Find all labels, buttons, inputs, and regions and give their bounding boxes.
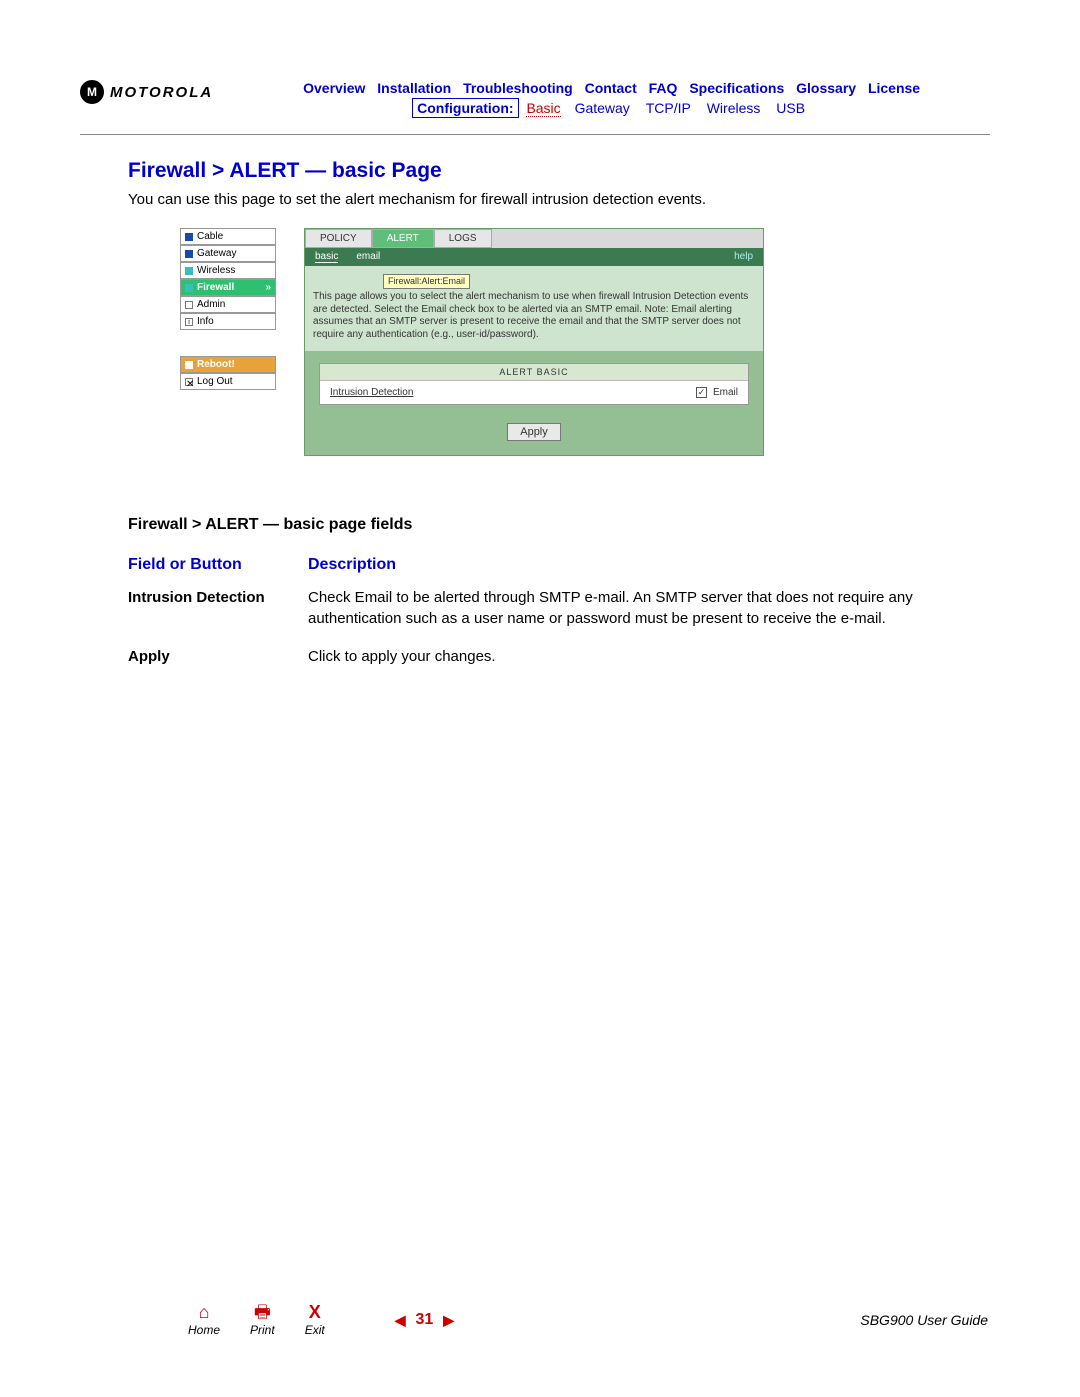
print-icon: 🖶 [254,1303,271,1321]
subnav-wireless[interactable]: Wireless [707,100,761,116]
side-item-firewall[interactable]: Firewall» [180,279,276,296]
panel-description: This page allows you to select the alert… [313,291,755,341]
tab-alert[interactable]: ALERT [372,229,434,248]
field-desc: Check Email to be alerted through SMTP e… [308,588,948,629]
home-icon: ⌂ [199,1303,210,1321]
side-label: Admin [197,299,225,310]
subnav-usb[interactable]: USB [776,100,805,116]
nav-specifications[interactable]: Specifications [689,80,784,96]
guide-name: SBG900 User Guide [860,1312,988,1328]
home-label: Home [188,1323,220,1337]
next-page-icon[interactable]: ▶ [443,1312,454,1329]
sub-nav: Configuration: Basic Gateway TCP/IP Wire… [233,100,990,116]
home-button[interactable]: ⌂ Home [188,1303,220,1337]
nav-faq[interactable]: FAQ [649,80,678,96]
nav-license[interactable]: License [868,80,920,96]
subnav-tcpip[interactable]: TCP/IP [646,100,691,116]
panel-tabs: POLICY ALERT LOGS [305,229,763,248]
nav-overview[interactable]: Overview [303,80,365,96]
side-label: Log Out [197,376,233,387]
side-label: Gateway [197,248,236,259]
subtab-help[interactable]: help [734,251,753,263]
side-label: Cable [197,231,223,242]
panel-subtabs: basic email help [305,248,763,266]
fields-section-title: Firewall > ALERT — basic page fields [128,516,990,534]
side-item-wireless[interactable]: Wireless [180,262,276,279]
field-name: Apply [128,647,308,667]
prev-page-icon[interactable]: ◀ [395,1312,406,1329]
config-label: Configuration: [412,98,518,118]
page-number: 31 [416,1311,434,1329]
side-item-admin[interactable]: Admin [180,296,276,313]
apply-button[interactable]: Apply [507,423,561,441]
print-label: Print [250,1323,275,1337]
nav-glossary[interactable]: Glossary [796,80,856,96]
field-desc: Click to apply your changes. [308,647,948,667]
side-menu: Cable Gateway Wireless Firewall» Admin i… [180,228,276,456]
subtab-email[interactable]: email [356,251,380,263]
alert-basic-box: ALERT BASIC Intrusion Detection ✓ Email [319,363,749,405]
row-intrusion-label: Intrusion Detection [330,387,696,398]
nav-troubleshooting[interactable]: Troubleshooting [463,80,573,96]
side-item-gateway[interactable]: Gateway [180,245,276,262]
fields-table: Field or Button Description Intrusion De… [128,556,948,667]
top-nav: Overview Installation Troubleshooting Co… [233,80,990,96]
brand-logo: M MOTOROLA [80,80,213,104]
subnav-basic[interactable]: Basic [526,100,560,117]
side-label: Reboot! [197,359,235,370]
brand-text: MOTOROLA [110,84,213,101]
field-name: Intrusion Detection [128,588,308,629]
side-label: Wireless [197,265,235,276]
fields-head-field: Field or Button [128,556,308,574]
side-item-logout[interactable]: ✕Log Out [180,373,276,390]
print-button[interactable]: 🖶 Print [250,1303,275,1337]
subnav-gateway[interactable]: Gateway [575,100,630,116]
motorola-batwing-icon: M [80,80,104,104]
ui-screenshot: Cable Gateway Wireless Firewall» Admin i… [180,228,990,456]
panel-description-area: Firewall:Alert:Email This page allows yo… [305,266,763,351]
nav-contact[interactable]: Contact [585,80,637,96]
tab-policy[interactable]: POLICY [305,229,372,248]
page-title: Firewall > ALERT — basic Page [128,159,990,183]
page-footer: ⌂ Home 🖶 Print X Exit ◀ 31 ▶ SBG900 User… [0,1303,1080,1337]
email-checkbox-label: Email [713,387,738,398]
side-item-info[interactable]: iInfo [180,313,276,330]
box-header: ALERT BASIC [320,364,748,381]
side-item-reboot[interactable]: Reboot! [180,356,276,373]
side-label: Info [197,316,214,327]
nav-installation[interactable]: Installation [377,80,451,96]
exit-button[interactable]: X Exit [305,1303,325,1337]
exit-label: Exit [305,1323,325,1337]
page-pager: ◀ 31 ▶ [395,1311,454,1329]
tooltip-box: Firewall:Alert:Email [383,274,470,289]
intro-text: You can use this page to set the alert m… [128,191,990,208]
exit-icon: X [309,1303,321,1321]
table-row: Apply Click to apply your changes. [128,647,948,667]
email-checkbox[interactable]: ✓ [696,387,707,398]
tab-logs[interactable]: LOGS [434,229,492,248]
subtab-basic[interactable]: basic [315,251,338,263]
side-label: Firewall [197,282,234,293]
table-row: Intrusion Detection Check Email to be al… [128,588,948,629]
side-item-cable[interactable]: Cable [180,228,276,245]
header-divider [80,134,990,135]
fields-head-desc: Description [308,556,948,574]
config-panel: POLICY ALERT LOGS basic email help Firew… [304,228,764,456]
